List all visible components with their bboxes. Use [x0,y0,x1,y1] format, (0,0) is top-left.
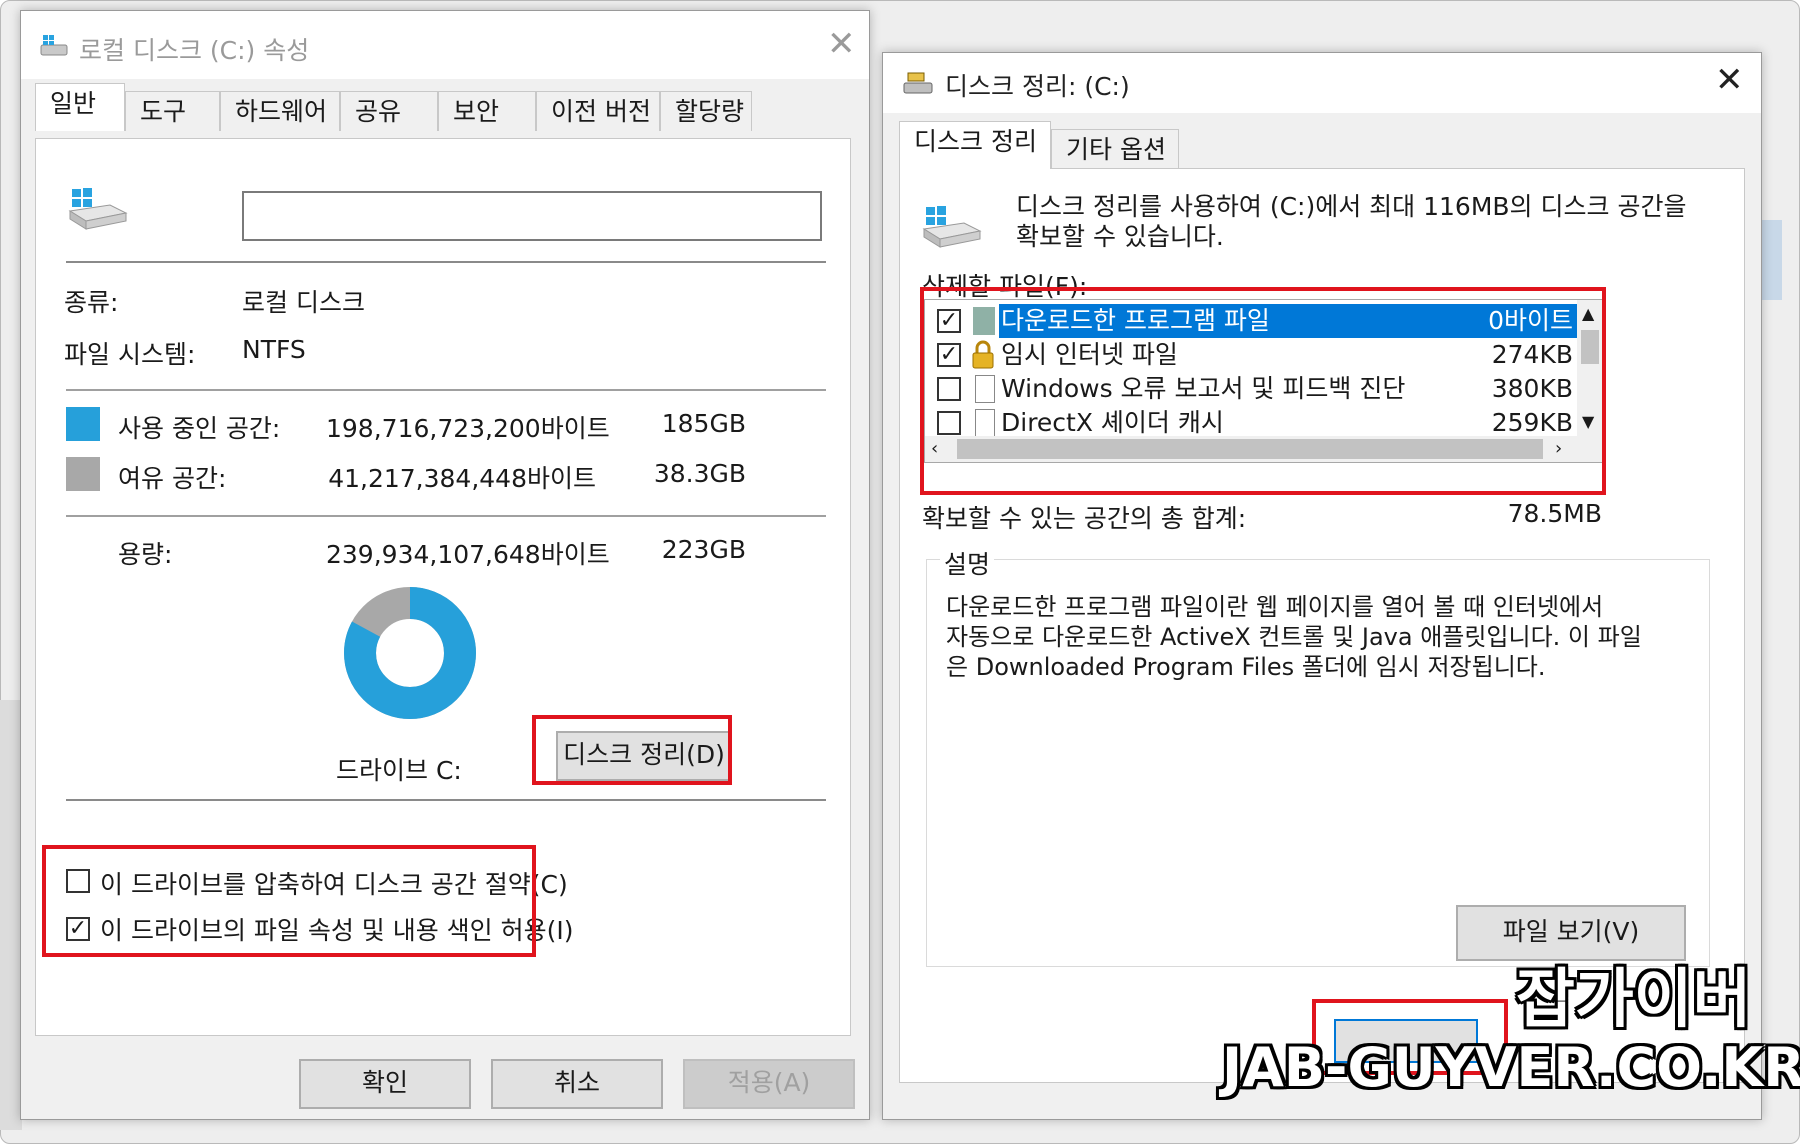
properties-tab-bar: 일반 도구 하드웨어 공유 보안 이전 버전 할당량 [35,83,855,139]
cleanup-title: 디스크 정리: (C:) [945,72,1130,101]
apply-button[interactable]: 적용(A) [683,1059,855,1109]
properties-close-button[interactable]: ✕ [827,27,856,61]
tab-more-options[interactable]: 기타 옵션 [1051,129,1179,169]
general-tab-panel: 종류: 로컬 디스크 파일 시스템: NTFS 사용 중인 공간: 198,71… [35,138,851,1036]
tab-quota[interactable]: 할당량 [660,91,752,131]
highlight-cleanup-button [532,715,732,785]
drive-large-icon [66,185,130,233]
filesystem-label: 파일 시스템: [64,340,196,369]
tab-disk-cleanup[interactable]: 디스크 정리 [899,121,1051,169]
filesystem-value: NTFS [242,335,306,364]
tab-general[interactable]: 일반 [35,83,125,131]
cleanup-drive-icon [920,203,984,251]
background-window-strip [0,700,22,1130]
drive-properties-dialog: 로컬 디스크 (C:) 속성 ✕ 일반 도구 하드웨어 공유 보안 이전 버전 … [20,10,870,1120]
highlight-file-list [920,287,1606,495]
capacity-gb: 223GB [661,535,746,564]
type-label: 종류: [64,288,119,317]
description-line3: 은 Downloaded Program Files 폴더에 임시 저장됩니다. [946,653,1546,681]
cleanup-titlebar: 디스크 정리: (C:) ✕ [883,53,1761,113]
description-title: 설명 [940,545,995,581]
used-space-bytes: 198,716,723,200바이트 [326,414,610,443]
used-space-swatch [66,407,100,441]
tab-tools[interactable]: 도구 [125,91,220,131]
used-space-gb: 185GB [661,409,746,438]
tab-hardware[interactable]: 하드웨어 [220,91,340,131]
total-space-label: 확보할 수 있는 공간의 총 합계: [922,504,1247,533]
watermark-url: JAB-GUYVER.CO.KR [1222,1036,1800,1099]
capacity-bytes: 239,934,107,648바이트 [326,540,610,569]
cleanup-tab-panel: 디스크 정리를 사용하여 (C:)에서 최대 116MB의 디스크 공간을 확보… [899,168,1745,1083]
tab-security[interactable]: 보안 [438,91,536,131]
free-space-gb: 38.3GB [653,459,746,488]
type-value: 로컬 디스크 [242,288,365,317]
total-space-value: 78.5MB [1507,499,1602,528]
highlight-checkbox-options [42,845,536,957]
cleanup-app-icon [903,69,933,97]
disk-usage-donut [344,587,476,719]
cleanup-close-button[interactable]: ✕ [1715,63,1744,97]
cancel-button[interactable]: 취소 [491,1059,663,1109]
drive-letter-label: 드라이브 C: [336,756,462,785]
free-space-bytes: 41,217,384,448바이트 [328,464,596,493]
properties-title: 로컬 디스크 (C:) 속성 [79,36,310,65]
free-space-swatch [66,457,100,491]
free-space-label: 여유 공간: [118,464,227,493]
drive-name-input[interactable] [242,191,822,241]
divider-2 [66,389,826,391]
used-space-label: 사용 중인 공간: [118,414,281,443]
capacity-label: 용량: [118,540,173,569]
watermark-korean: 잡가이버 [1516,963,1752,1037]
tab-sharing[interactable]: 공유 [340,91,438,131]
drive-icon [39,31,69,59]
divider-4 [66,799,826,801]
cleanup-intro-line2: 확보할 수 있습니다. [1016,222,1224,251]
divider-1 [66,261,826,263]
tab-previous-versions[interactable]: 이전 버전 [536,91,660,131]
cleanup-tab-bar: 디스크 정리 기타 옵션 [899,121,1199,173]
ok-button[interactable]: 확인 [299,1059,471,1109]
background-window-strip-right [1762,220,1782,300]
divider-3 [66,515,826,517]
properties-titlebar: 로컬 디스크 (C:) 속성 ✕ [21,11,869,79]
